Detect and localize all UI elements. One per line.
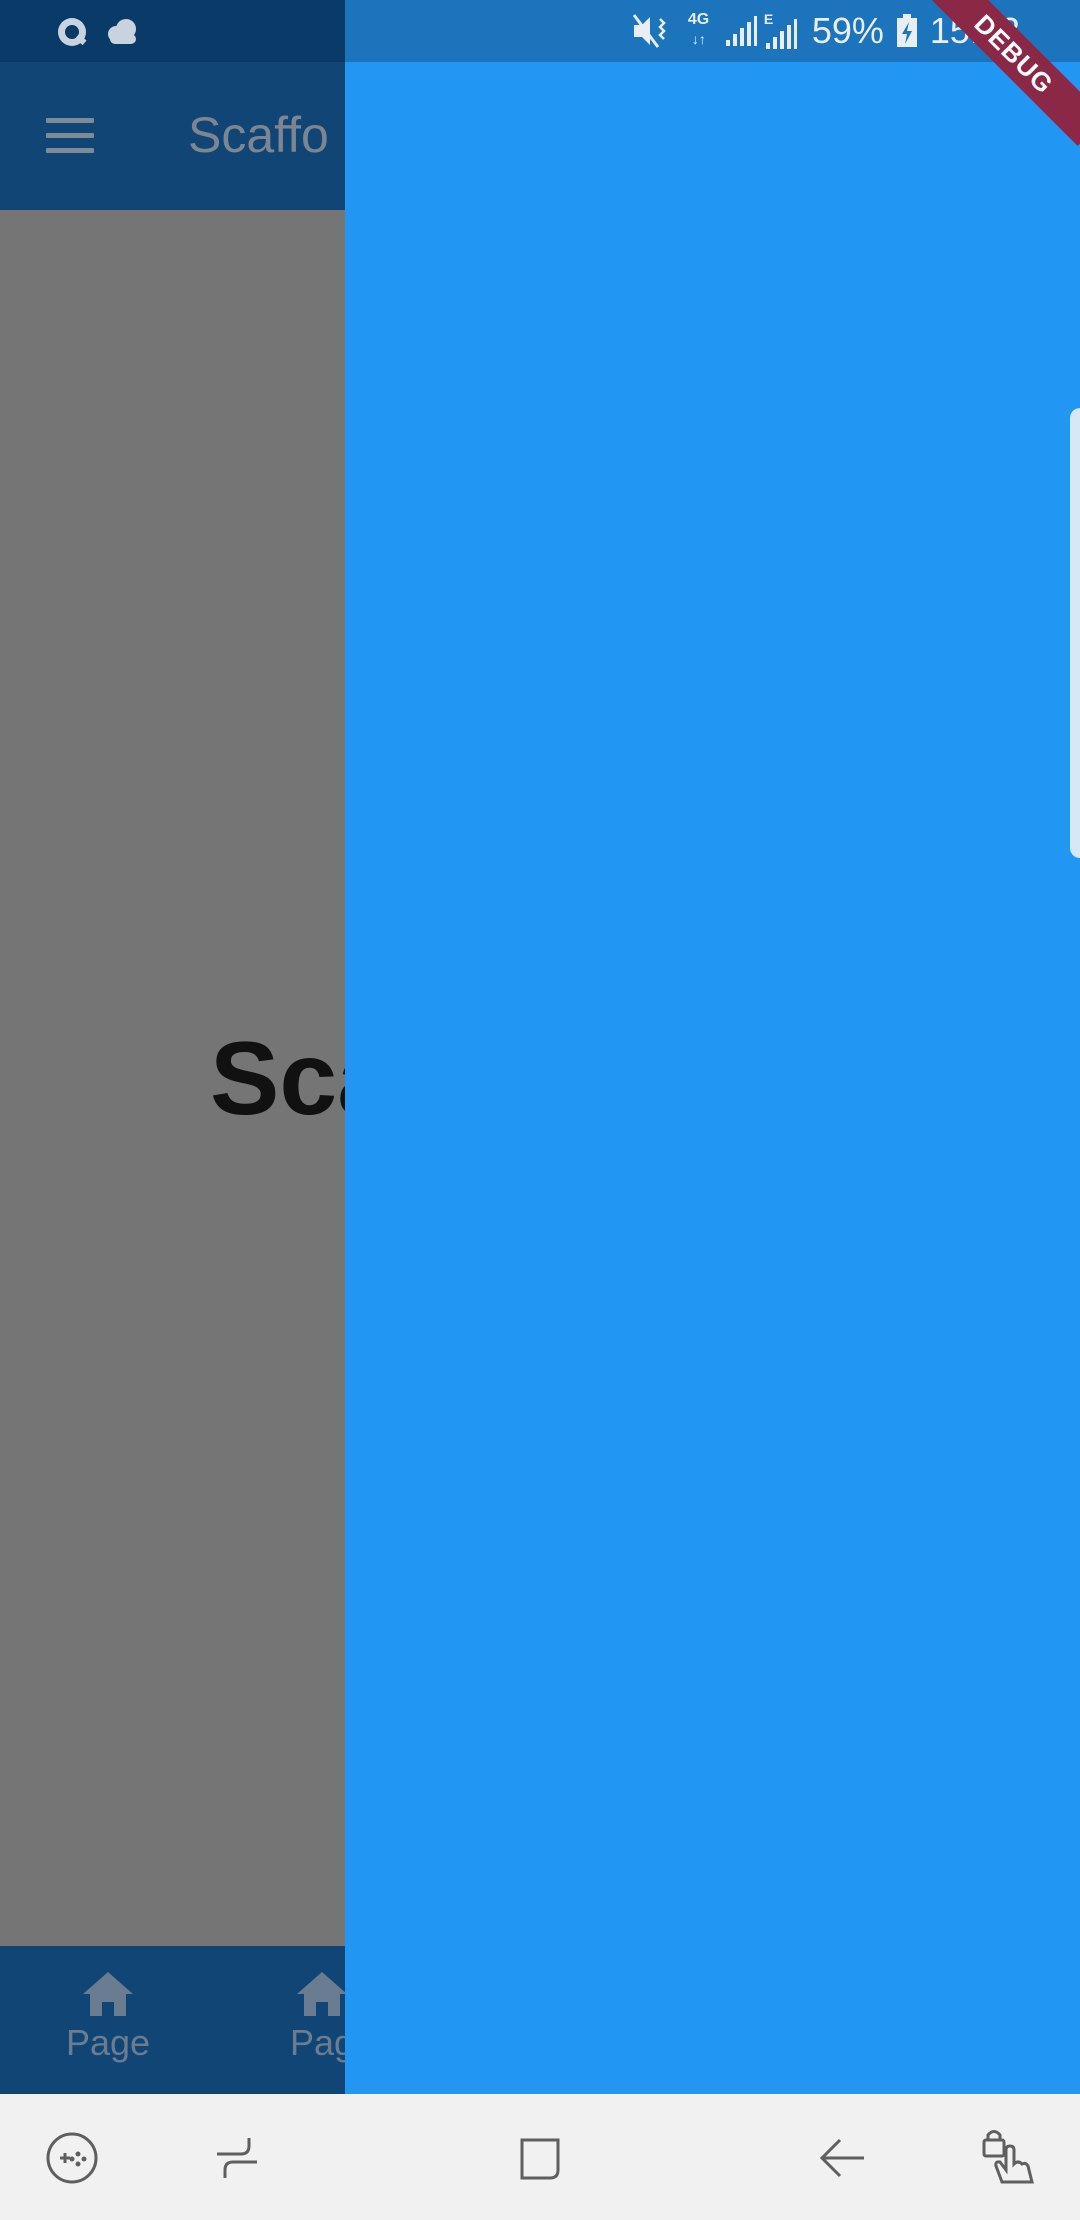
signal-e-icon: E (764, 11, 798, 51)
home-icon (83, 1972, 133, 2016)
bottom-nav-item-1[interactable]: Page (38, 1970, 178, 2064)
signal-icon (725, 16, 757, 46)
home-square-icon[interactable] (508, 2126, 572, 2190)
bottom-nav-label: Page (65, 2022, 151, 2063)
battery-percent: 59% (811, 10, 884, 51)
back-icon[interactable] (810, 2126, 874, 2190)
touch-lock-icon[interactable] (976, 2126, 1040, 2190)
home-icon (297, 1972, 347, 2016)
mute-vibrate-icon (632, 14, 666, 48)
battery-icon (896, 14, 917, 47)
app-title: Scaffo (188, 107, 329, 163)
network-4g: 4G ↓↑ (687, 11, 710, 47)
status-left-icons (54, 14, 154, 55)
end-drawer[interactable]: 4G ↓↑ E 59% (345, 0, 1080, 2094)
cloud-icon (108, 19, 136, 44)
q-app-icon (58, 18, 136, 46)
game-tools-icon[interactable] (40, 2126, 104, 2190)
edge-panel-handle[interactable] (1070, 408, 1080, 858)
debug-banner: DEBUG (922, 0, 1080, 146)
recent-apps-icon[interactable] (205, 2126, 269, 2190)
menu-icon[interactable] (46, 118, 98, 154)
debug-banner-container: DEBUG (920, 0, 1080, 160)
system-navigation-bar (0, 2094, 1080, 2220)
